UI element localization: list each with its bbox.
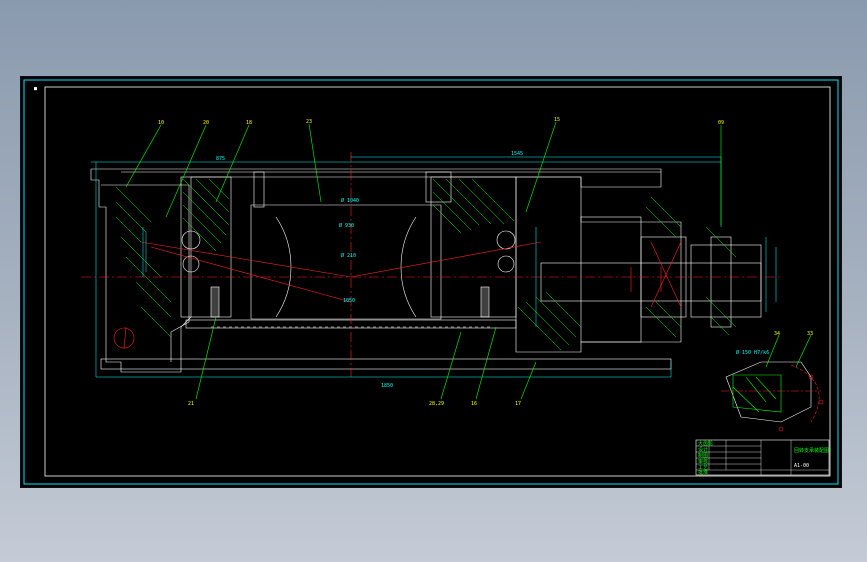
dim-top: 875	[216, 156, 225, 162]
callout-23: 23	[306, 119, 312, 125]
section-hatching	[115, 178, 737, 351]
callout-17: 17	[515, 401, 521, 407]
dim-inner: Ø 1040	[341, 197, 359, 204]
callout-21: 21	[188, 401, 194, 407]
dim-bore: Ø 930	[339, 222, 354, 229]
title-row-4: 审核	[698, 458, 708, 465]
title-row-2: 设计	[698, 446, 708, 453]
callout-18: 18	[246, 120, 252, 126]
title-row-1: 大齿轮	[698, 440, 713, 447]
callout-labels: 10 20 18 23 15 09 21 28,29 16 17 34 33	[158, 117, 813, 407]
detail-note: Ø 150 H7/k6	[736, 349, 769, 356]
dim-top-2: 1545	[511, 151, 523, 157]
main-section-view	[90, 168, 762, 373]
callout-20: 20	[203, 120, 209, 126]
callout-10: 10	[158, 120, 164, 126]
drawing-sheet: ■ 10 20 18 23 15 09 21 28,29 16 17 34 33…	[20, 76, 842, 488]
callout-28-29: 28,29	[429, 401, 444, 407]
callout-16: 16	[471, 401, 477, 407]
inner-border	[44, 86, 831, 477]
title-row-3: 制图	[698, 452, 708, 459]
drawing-title: 回转支承装配图	[794, 447, 829, 454]
cad-drawing: 10 20 18 23 15 09 21 28,29 16 17 34 33 8…	[23, 79, 839, 485]
callout-15: 15	[554, 117, 560, 123]
detail-view	[721, 361, 824, 432]
dim-overall: 1850	[381, 383, 393, 389]
dim-shaft: Ø 210	[341, 252, 356, 259]
drawing-number: A1-00	[794, 463, 809, 469]
callout-09: 09	[718, 120, 724, 126]
dim-base: 1050	[343, 298, 355, 304]
callout-33: 33	[807, 331, 813, 337]
callout-34: 34	[774, 331, 780, 337]
title-block: 大齿轮 设计 制图 审核 工艺 批准 回转支承装配图 A1-00	[695, 439, 830, 476]
leader-lines	[125, 121, 812, 400]
title-row-6: 批准	[698, 469, 708, 476]
